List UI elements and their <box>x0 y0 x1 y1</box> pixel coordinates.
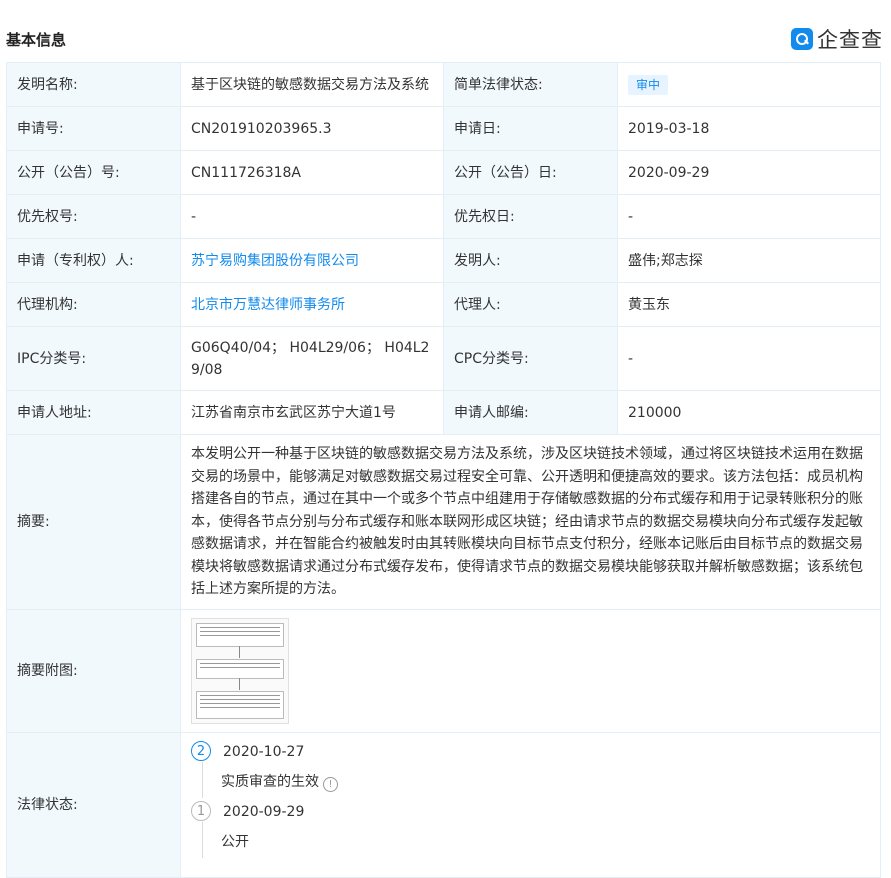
abstract-line: 搭建各自的节点，通过在其中一个或多个节点中组建用于存储敏感数据的分布式缓存和用于… <box>191 491 863 508</box>
abstract-line: 本，使得各节点分别与分布式缓存和账本联网形成区块链；经由请求节点的数据交易模块向… <box>191 513 863 530</box>
inventor-value: 盛伟;郑志探 <box>617 238 881 283</box>
abstract-line: 模块将敏感数据请求通过分布式缓存发布，使得请求节点的数据交易模块能够获取并解析敏… <box>191 558 863 575</box>
legal-status-timeline: 2 2020-10-27 实质审查的生效! 1 2020-09-29 公开 <box>191 739 870 872</box>
table-row: 公开（公告）号: CN111726318A 公开（公告）日: 2020-09-2… <box>6 150 881 195</box>
flowchart-step <box>196 691 284 719</box>
abstract-line: 本发明公开一种基于区块链的敏感数据交易方法及系统，涉及区块链技术领域，通过将区块… <box>191 446 863 463</box>
postcode-value: 210000 <box>617 390 881 435</box>
timeline-connector <box>202 761 203 798</box>
table-row: 优先权号: - 优先权日: - <box>6 194 881 239</box>
abstract-line: 括上述方案所提的方法。 <box>191 581 345 598</box>
abstract-figure-label: 摘要附图: <box>6 609 181 733</box>
postcode-label: 申请人邮编: <box>443 390 618 435</box>
legal-status-label: 法律状态: <box>6 732 181 878</box>
application-no-label: 申请号: <box>6 106 181 151</box>
flowchart-step <box>196 623 284 647</box>
table-row: 摘要: 本发明公开一种基于区块链的敏感数据交易方法及系统，涉及区块链技术领域，通… <box>6 434 881 610</box>
legal-status-simple-label: 简单法律状态: <box>443 62 618 107</box>
timeline-connector <box>202 821 203 858</box>
table-row: 申请人地址: 江苏省南京市玄武区苏宁大道1号 申请人邮编: 210000 <box>6 390 881 435</box>
abstract-line: 交易的场景中，能够满足对敏感数据交易过程安全可靠、公开透明和便捷高效的要求。该方… <box>191 468 863 485</box>
info-icon[interactable]: ! <box>323 776 338 792</box>
table-row: IPC分类号: G06Q40/04； H04L29/06； H04L2 9/08… <box>6 326 881 391</box>
timeline-step-number: 2 <box>191 740 211 761</box>
address-label: 申请人地址: <box>6 390 181 435</box>
publication-no-label: 公开（公告）号: <box>6 150 181 195</box>
logo-text: 企查查 <box>817 28 883 52</box>
search-icon <box>791 28 813 50</box>
ipc-value: G06Q40/04； H04L29/06； H04L2 9/08 <box>180 326 444 391</box>
cpc-value: - <box>617 326 881 391</box>
timeline-date: 2020-09-29 <box>223 803 305 820</box>
application-no-value: CN201910203965.3 <box>180 106 444 151</box>
table-row: 申请号: CN201910203965.3 申请日: 2019-03-18 <box>6 106 881 151</box>
priority-no-label: 优先权号: <box>6 194 181 239</box>
table-row: 发明名称: 基于区块链的敏感数据交易方法及系统 简单法律状态: 审中 <box>6 62 881 107</box>
status-badge: 审中 <box>628 74 669 95</box>
inventor-label: 发明人: <box>443 238 618 283</box>
address-value: 江苏省南京市玄武区苏宁大道1号 <box>180 390 444 435</box>
priority-no-value: - <box>180 194 444 239</box>
application-date-label: 申请日: <box>443 106 618 151</box>
timeline-step-number: 1 <box>191 800 211 821</box>
agent-value: 黄玉东 <box>617 282 881 327</box>
invention-name-value: 基于区块链的敏感数据交易方法及系统 <box>180 62 444 107</box>
abstract-figure-thumbnail[interactable] <box>191 618 289 724</box>
table-row: 法律状态: 2 2020-10-27 实质审查的生效! 1 2020-09-29… <box>6 732 881 878</box>
cpc-label: CPC分类号: <box>443 326 618 391</box>
applicant-link[interactable]: 苏宁易购集团股份有限公司 <box>191 253 359 269</box>
timeline-date: 2020-10-27 <box>223 743 305 760</box>
ipc-label: IPC分类号: <box>6 326 181 391</box>
agent-label: 代理人: <box>443 282 618 327</box>
invention-name-label: 发明名称: <box>6 62 181 107</box>
abstract-text: 本发明公开一种基于区块链的敏感数据交易方法及系统，涉及区块链技术领域，通过将区块… <box>180 434 881 610</box>
publication-date-value: 2020-09-29 <box>617 150 881 195</box>
flowchart-arrow <box>239 646 240 658</box>
publication-date-label: 公开（公告）日: <box>443 150 618 195</box>
timeline-event: 实质审查的生效! <box>221 771 338 793</box>
priority-date-value: - <box>617 194 881 239</box>
ipc-line-2: 9/08 <box>191 361 223 378</box>
abstract-line: 感数据请求，并在智能合约被触发时由其转账模块向目标节点支付积分，经账本记账后由目… <box>191 536 863 553</box>
page-header: 基本信息 企查查 <box>0 0 891 62</box>
applicant-label: 申请（专利权）人: <box>6 238 181 283</box>
qichacha-logo[interactable]: 企查查 <box>791 24 883 54</box>
agency-link[interactable]: 北京市万慧达律师事务所 <box>191 297 345 313</box>
publication-no-value: CN111726318A <box>180 150 444 195</box>
agency-label: 代理机构: <box>6 282 181 327</box>
application-date-value: 2019-03-18 <box>617 106 881 151</box>
timeline-event-text: 实质审查的生效 <box>221 773 319 790</box>
priority-date-label: 优先权日: <box>443 194 618 239</box>
flowchart-step <box>196 659 284 679</box>
flowchart-arrow <box>239 678 240 690</box>
patent-info-table: 发明名称: 基于区块链的敏感数据交易方法及系统 简单法律状态: 审中 申请号: … <box>6 62 881 878</box>
ipc-line-1: G06Q40/04； H04L29/06； H04L2 <box>191 339 430 356</box>
timeline-event-text: 公开 <box>221 833 249 850</box>
page-title: 基本信息 <box>6 31 67 49</box>
table-row: 申请（专利权）人: 苏宁易购集团股份有限公司 发明人: 盛伟;郑志探 <box>6 238 881 283</box>
abstract-label: 摘要: <box>6 434 181 610</box>
table-row: 摘要附图: <box>6 609 881 733</box>
table-row: 代理机构: 北京市万慧达律师事务所 代理人: 黄玉东 <box>6 282 881 327</box>
